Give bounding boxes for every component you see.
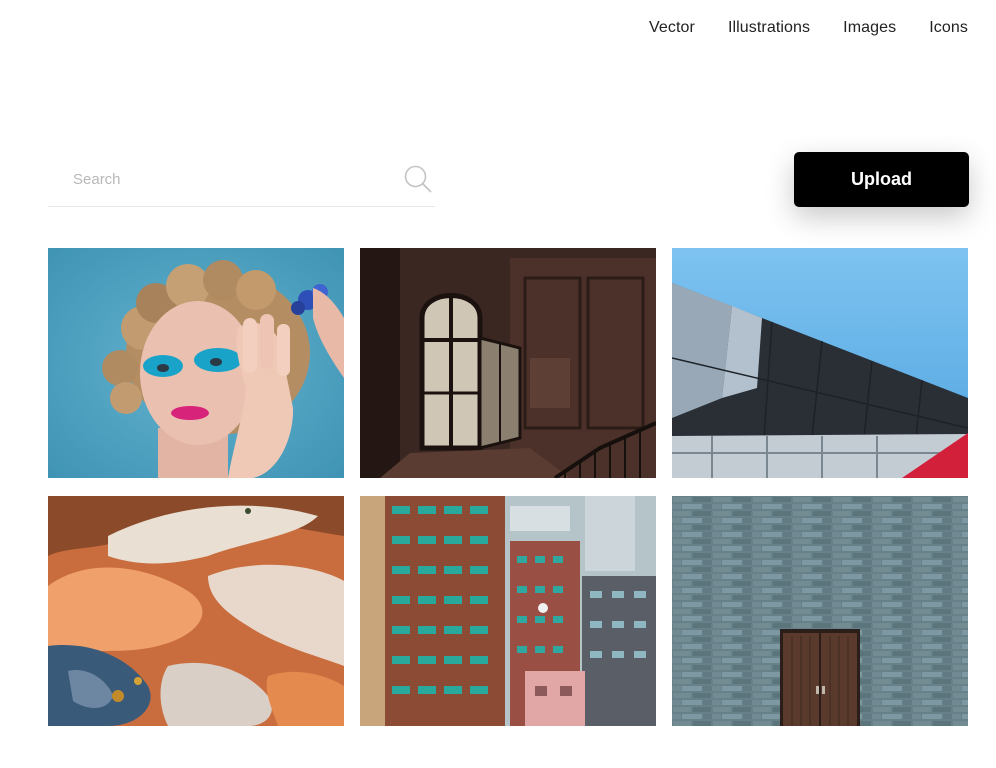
- gallery-image-dark-room[interactable]: [360, 248, 656, 478]
- nav-illustrations[interactable]: Illustrations: [728, 19, 810, 37]
- search-bar: [48, 154, 435, 207]
- nav-icons[interactable]: Icons: [929, 19, 968, 37]
- gallery-image-roof[interactable]: [672, 248, 968, 478]
- image-gallery: [48, 248, 968, 726]
- upload-button[interactable]: Upload: [794, 152, 969, 207]
- top-nav: Vector Illustrations Images Icons: [649, 19, 968, 37]
- search-input[interactable]: [48, 154, 388, 204]
- gallery-image-stone-wall[interactable]: [672, 496, 968, 726]
- gallery-image-portrait[interactable]: [48, 248, 344, 478]
- nav-images[interactable]: Images: [843, 19, 896, 37]
- search-icon[interactable]: [403, 164, 433, 194]
- gallery-image-aerial[interactable]: [48, 496, 344, 726]
- gallery-image-buildings[interactable]: [360, 496, 656, 726]
- nav-vector[interactable]: Vector: [649, 19, 695, 37]
